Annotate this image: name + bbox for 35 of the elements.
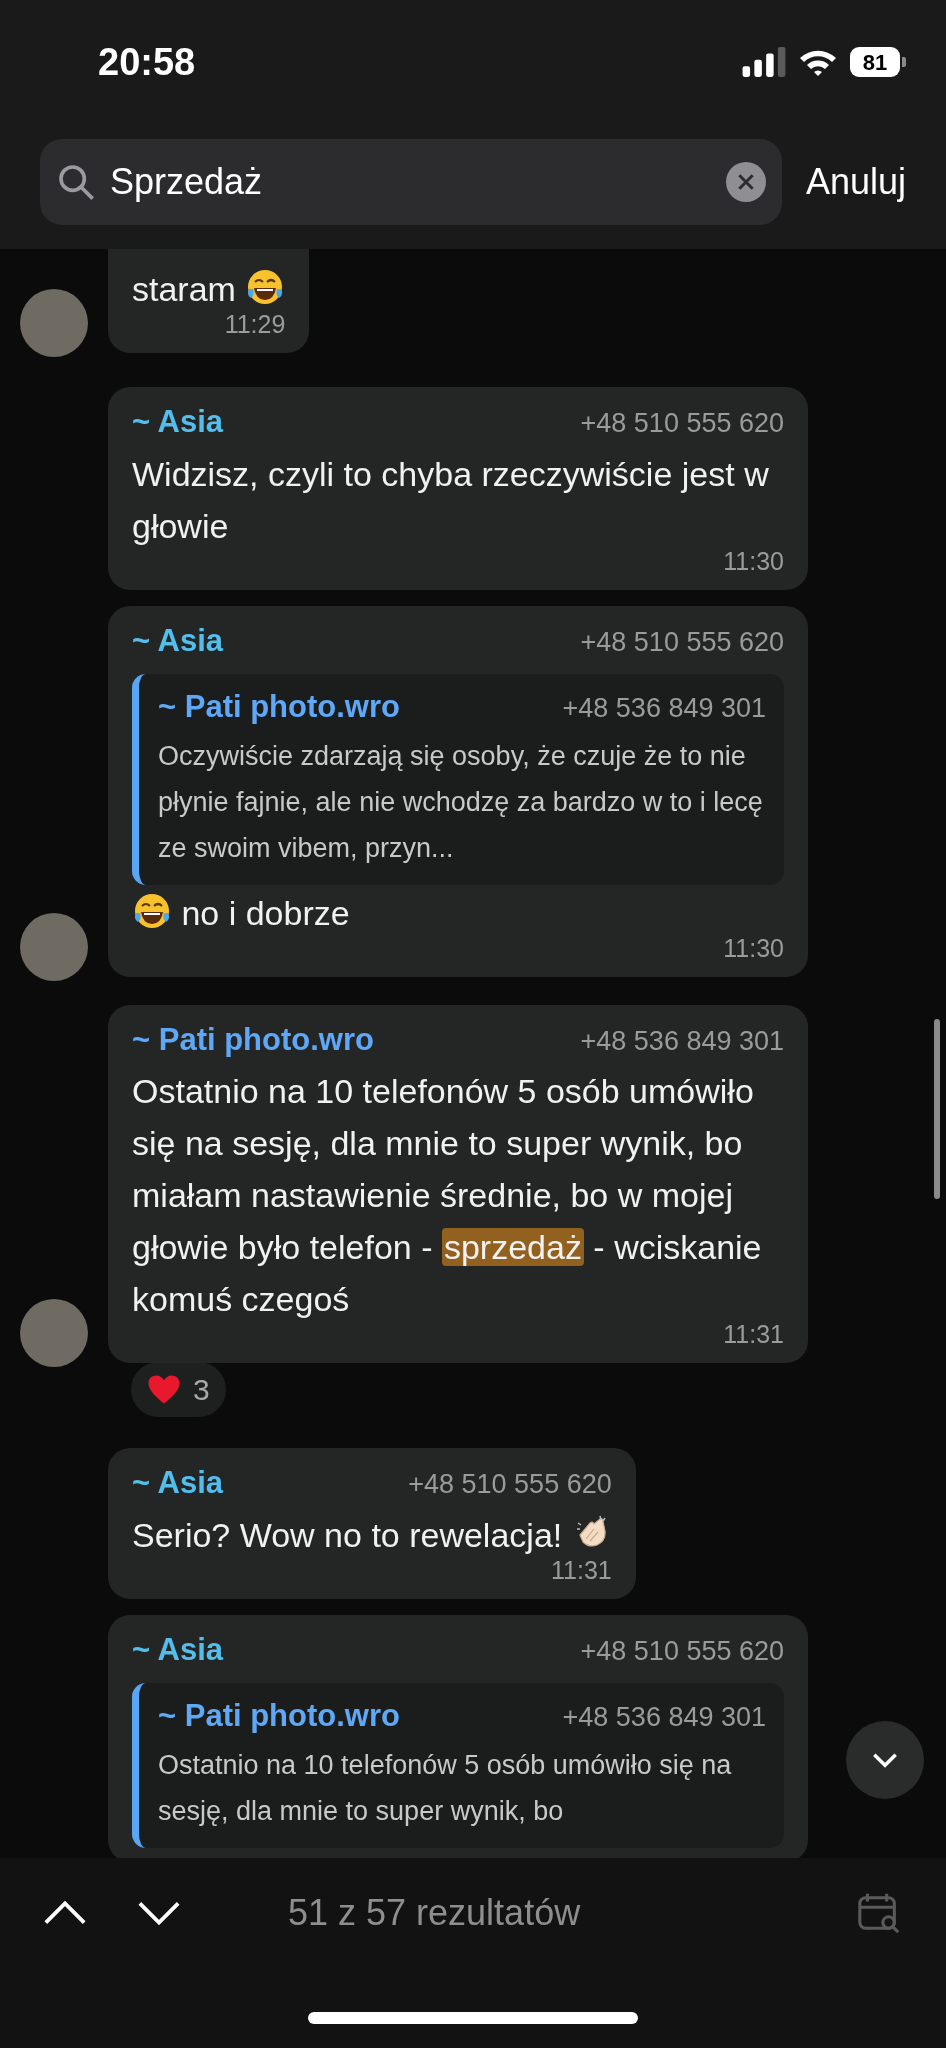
quoted-phone: +48 536 849 301 [562,1701,766,1734]
clear-button[interactable] [725,162,766,202]
clear-icon [737,174,754,190]
quoted-message[interactable]: ~ Pati photo.wro +48 536 849 301 Ostatnio na 10 telefonów 5 osób umówiło się na sesję, dla mnie to super wynik, bo [132,1683,784,1848]
sender-phone: +48 536 849 301 [580,1024,784,1058]
sender-phone: +48 510 555 620 [408,1468,612,1501]
quoted-sender: ~ Pati photo.wro [158,688,400,726]
signal-icon [742,47,786,77]
cancel-button[interactable]: Anuluj [805,155,906,209]
status-time: 20:58 [98,39,196,85]
search-icon [56,162,96,202]
message-time: 11:31 [723,1319,784,1349]
sender-name[interactable]: ~ Asia [132,399,224,446]
sender-name[interactable]: ~ Asia [132,1626,224,1673]
sender-name[interactable]: ~ Asia [132,617,224,664]
search-field[interactable]: Sprzedaż [40,139,782,225]
reaction-count: 3 [193,1372,210,1408]
sender-phone: +48 510 555 620 [580,407,784,440]
scrollbar[interactable] [934,1019,940,1199]
quoted-sender: ~ Pati photo.wro [158,1697,400,1735]
message-time: 11:30 [723,545,784,576]
quoted-message[interactable]: ~ Pati photo.wro +48 536 849 301 Oczywiście zdarzają się osoby, że czuje że to nie płynie fajnie, ale nie wchodzę za bardzo w to i lecę ze swoim vibem, przyn... [132,674,784,885]
sender-phone: +48 510 555 620 [580,625,784,659]
message-text: Widzisz, czyli to chyba rzeczywiście jest w głowie [132,453,770,547]
results-count: 51 z 57 rezultatów [288,1891,582,1935]
heart-icon [147,1374,181,1405]
sender-name[interactable]: ~ Pati photo.wro [132,1016,374,1063]
quoted-text: Ostatnio na 10 telefonów 5 osób umówiło się na sesję, dla mnie to super wynik, bo [158,1748,733,1828]
quoted-text: Oczywiście zdarzają się osoby, że czuje że to nie płynie fajnie, ale nie wchodzę za bardzo w to i lecę ze swoim vibem, przyn... [158,739,764,865]
battery-level: 81 [862,48,888,77]
message-text: Ostatnio na 10 telefonów 5 osób umówiło się na sesję, dla mnie to super wynik, bo miałam nastawienie średnie, bo w mojej głowie było telefon - sprzedaż - wciskanie komuś czegoś [132,1071,763,1320]
search-query: Sprzedaż [110,160,264,204]
sender-name[interactable]: ~ Asia [132,1460,224,1507]
quoted-phone: +48 536 849 301 [562,692,766,725]
sender-phone: +48 510 555 620 [580,1634,784,1668]
